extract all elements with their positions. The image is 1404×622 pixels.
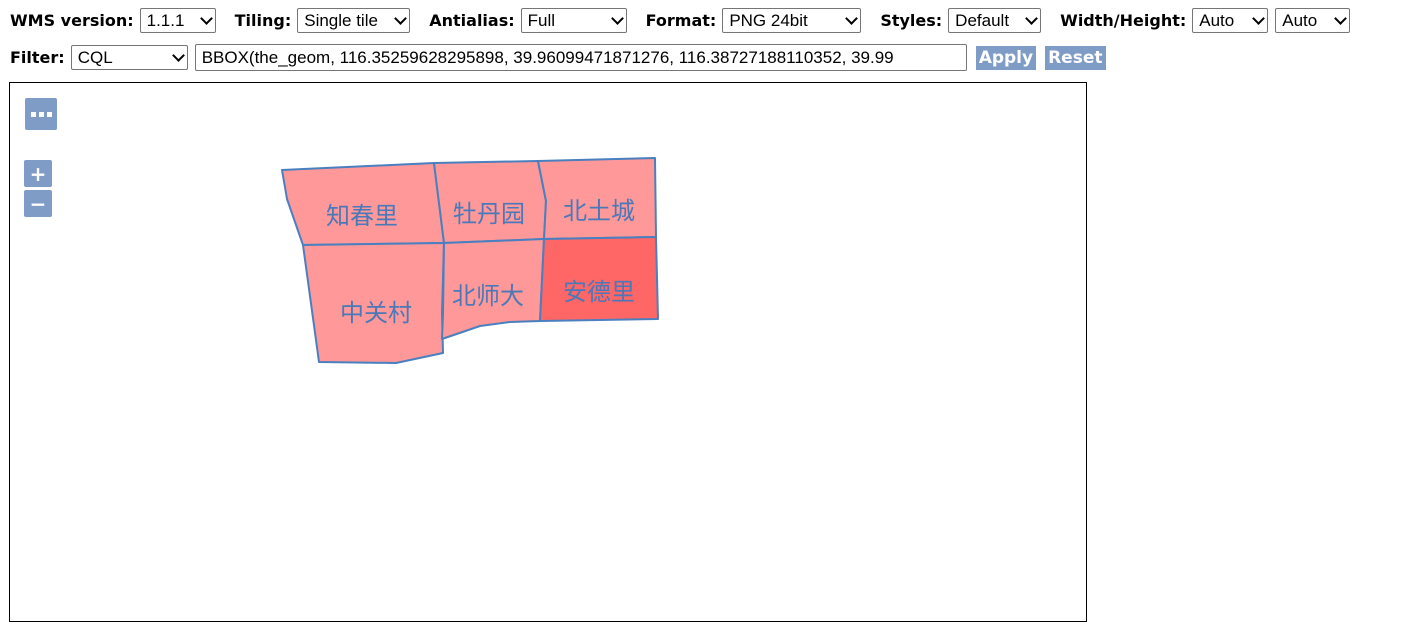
- chevron-down-icon: [610, 12, 624, 25]
- antialias-label: Antialias:: [429, 11, 515, 30]
- format-label: Format:: [645, 11, 717, 30]
- tiling-group: Tiling: Single tile: [235, 8, 411, 33]
- district-label: 知春里: [326, 202, 398, 230]
- tiling-select[interactable]: Single tile: [297, 8, 411, 33]
- width-height-group: Width/Height: Auto Auto: [1060, 8, 1351, 33]
- apply-button[interactable]: Apply: [975, 45, 1037, 70]
- chevron-down-icon: [1334, 12, 1348, 25]
- filter-type-select[interactable]: CQL: [70, 45, 188, 70]
- format-select[interactable]: PNG 24bit: [722, 8, 862, 33]
- reset-button[interactable]: Reset: [1045, 45, 1106, 70]
- more-dots-icon: [30, 111, 52, 117]
- antialias-group: Antialias: Full: [429, 8, 627, 33]
- wms-version-select[interactable]: 1.1.1: [139, 8, 216, 33]
- tiling-label: Tiling:: [234, 11, 292, 30]
- antialias-select[interactable]: Full: [520, 8, 627, 33]
- width-height-label: Width/Height:: [1060, 11, 1187, 30]
- chevron-down-icon: [1025, 12, 1039, 25]
- district-map: 知春里 牡丹园 北土城中关村 北师大 安德里: [281, 157, 659, 364]
- zoom-out-button[interactable]: −: [24, 190, 52, 217]
- filter-bar: Filter: CQL BBOX(the_geom, 116.352596282…: [10, 44, 1106, 71]
- styles-select[interactable]: Default: [948, 8, 1042, 33]
- map-viewport[interactable]: 知春里 牡丹园 北土城中关村 北师大 安德里 + −: [9, 82, 1087, 622]
- width-select[interactable]: Auto: [1192, 8, 1269, 33]
- zoom-in-button[interactable]: +: [24, 160, 52, 187]
- chevron-down-icon: [845, 12, 859, 25]
- chevron-down-icon: [171, 49, 185, 62]
- filter-label: Filter:: [10, 48, 65, 67]
- chevron-down-icon: [1252, 12, 1266, 25]
- district-label: 中关村: [340, 299, 412, 327]
- layer-switcher-button[interactable]: [25, 98, 57, 130]
- styles-group: Styles: Default: [880, 8, 1042, 33]
- chevron-down-icon: [394, 12, 408, 25]
- wms-version-label: WMS version:: [10, 11, 134, 30]
- district-label: 北土城: [563, 197, 635, 225]
- toolbar: WMS version: 1.1.1 Tiling: Single tile A…: [10, 7, 1351, 34]
- height-select[interactable]: Auto: [1275, 8, 1351, 33]
- styles-label: Styles:: [880, 11, 943, 30]
- district-label: 北师大: [452, 282, 524, 310]
- district-label: 牡丹园: [453, 200, 525, 228]
- chevron-down-icon: [199, 12, 213, 25]
- format-group: Format: PNG 24bit: [646, 8, 862, 33]
- wms-version-group: WMS version: 1.1.1: [10, 8, 216, 33]
- district-label: 安德里: [563, 278, 635, 306]
- filter-expression-input[interactable]: BBOX(the_geom, 116.35259628295898, 39.96…: [194, 44, 967, 71]
